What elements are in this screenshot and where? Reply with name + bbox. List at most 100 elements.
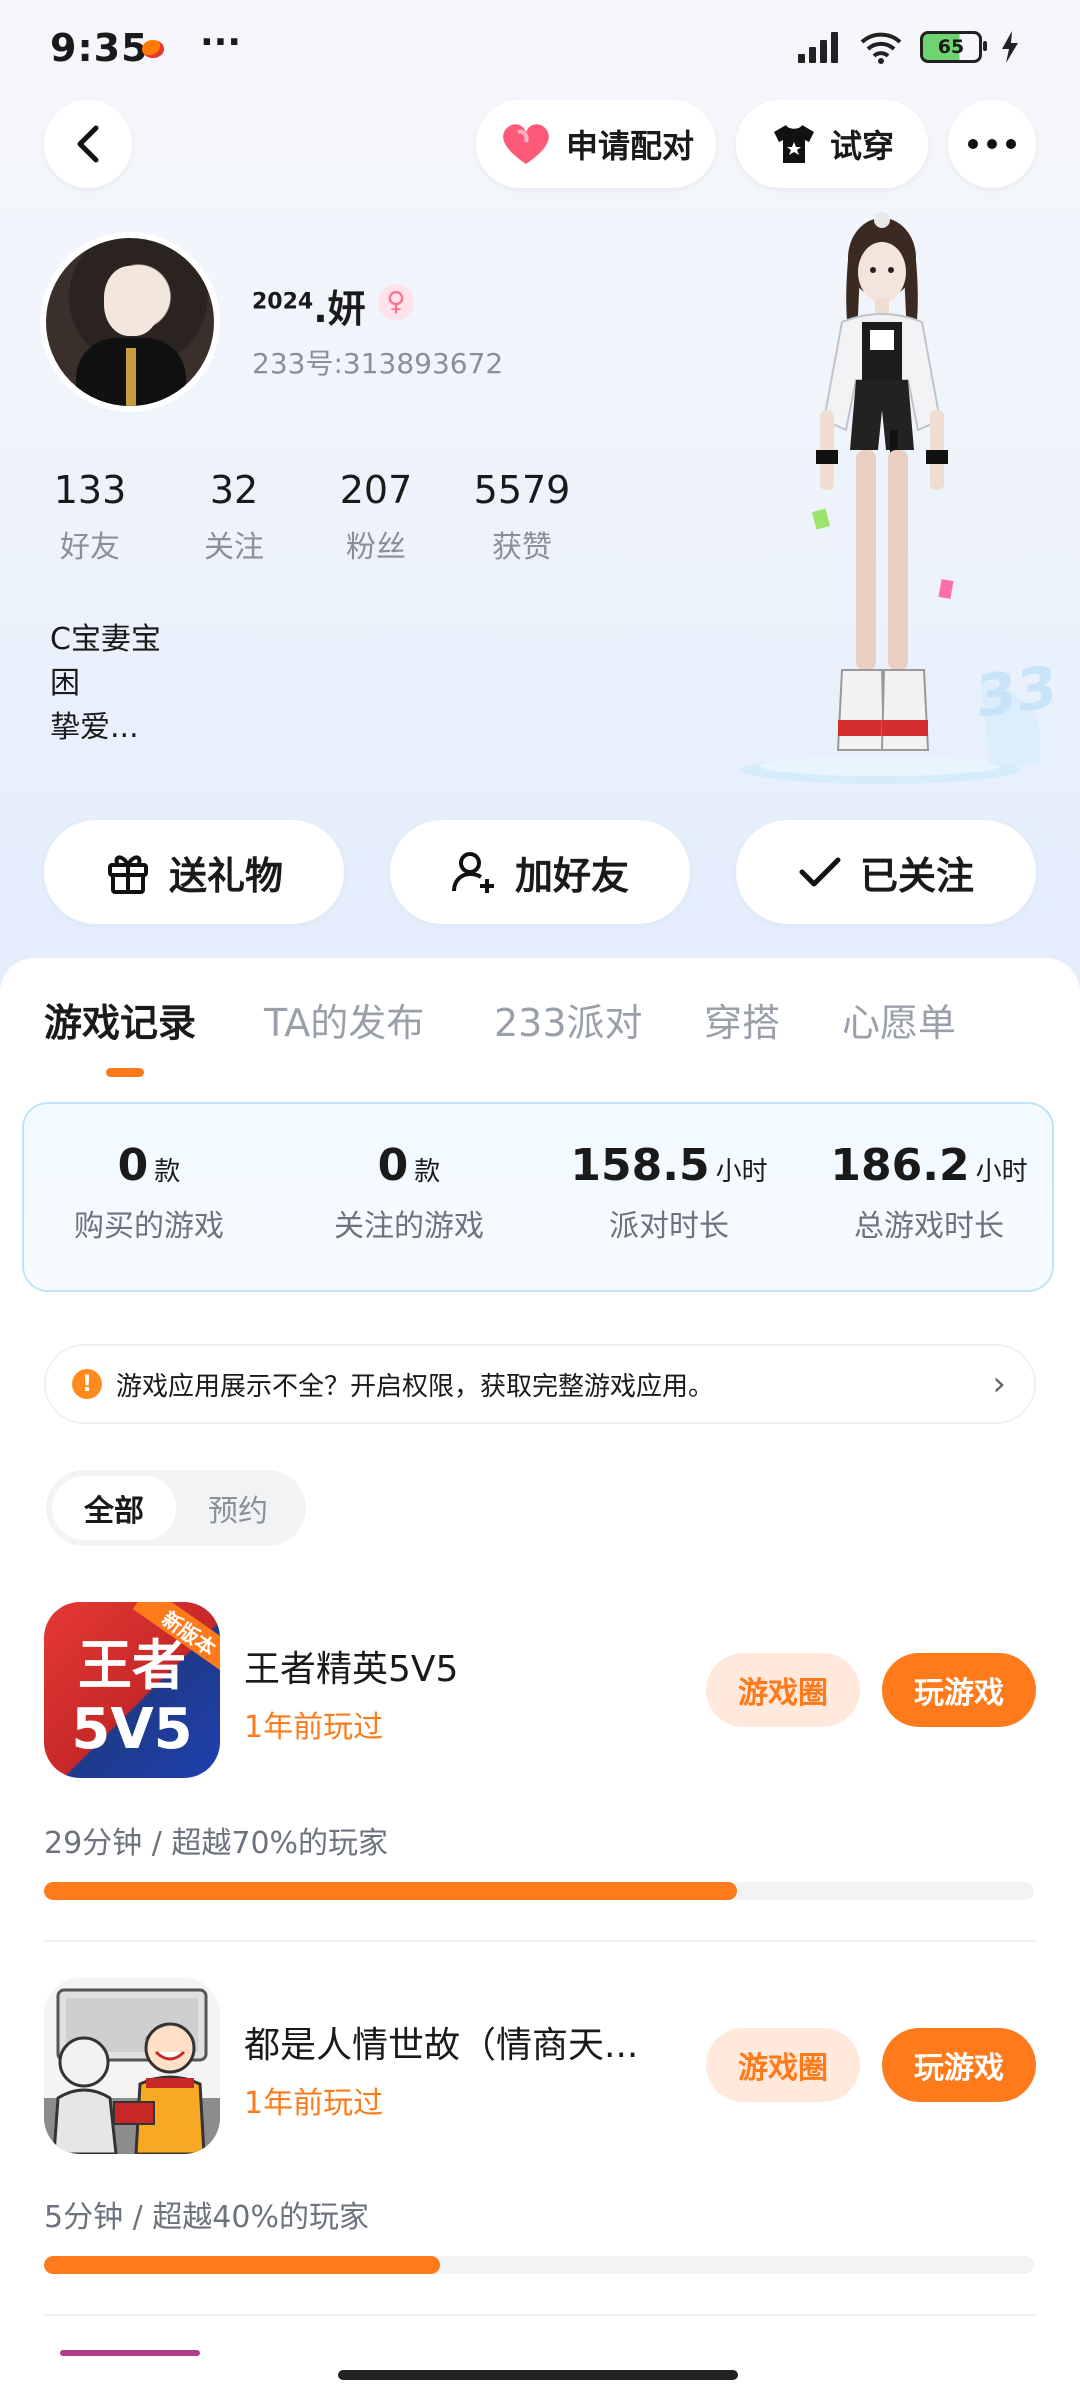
try-on-label: 试穿 — [829, 127, 894, 165]
tab-posts[interactable]: TA的发布 — [264, 992, 424, 1047]
charging-icon — [1002, 31, 1018, 63]
tab-party[interactable]: 233派对 — [494, 992, 643, 1047]
tab-game-records[interactable]: 游戏记录 — [44, 992, 196, 1047]
game-circle-button[interactable]: 游戏圈 — [706, 2028, 860, 2102]
user-name-prefix: 2024 — [252, 289, 314, 315]
tshirt-icon — [773, 125, 814, 163]
playtime-progress-bar — [44, 1882, 1034, 1900]
permission-notice-text: 游戏应用展示不全？开启权限，获取完整游戏应用。 — [116, 1371, 715, 1402]
warning-icon: ! — [72, 1369, 102, 1399]
battery-level: 65 — [937, 36, 965, 58]
send-gift-label: 送礼物 — [168, 853, 283, 898]
wifi-icon — [860, 32, 902, 64]
user-name-text: .妍 — [313, 287, 366, 331]
summary-purchased-value: 0 — [117, 1140, 149, 1191]
heart-icon — [503, 124, 549, 164]
more-horizontal-icon — [968, 139, 1016, 149]
permission-notice[interactable]: ! 游戏应用展示不全？开启权限，获取完整游戏应用。 › — [44, 1344, 1036, 1424]
add-user-icon — [451, 852, 494, 893]
stat-fans-count: 207 — [339, 468, 413, 512]
playtime-progress-fill — [44, 2256, 440, 2274]
game-title[interactable]: 都是人情世故（情商天... — [244, 2016, 638, 2068]
next-game-icon-peek — [60, 2350, 200, 2356]
stat-friends[interactable]: 133 好友 — [42, 468, 138, 566]
summary-party-time[interactable]: 158.5 小时 派对时长 — [544, 1140, 794, 1245]
wangzhe-logo-icon: 王者 5V5 新版本 — [44, 1602, 220, 1778]
battery-icon: 65 — [920, 31, 987, 63]
stat-friends-label: 好友 — [60, 530, 120, 565]
add-friend-button[interactable]: 加好友 — [390, 820, 690, 924]
summary-party-unit: 小时 — [715, 1157, 768, 1187]
summary-purchased-unit: 款 — [154, 1157, 181, 1187]
summary-followed-games[interactable]: 0款 关注的游戏 — [284, 1140, 534, 1245]
filter-all[interactable]: 全部 — [52, 1476, 176, 1540]
renqing-cartoon-icon — [44, 1978, 220, 2154]
summary-followed-label: 关注的游戏 — [334, 1209, 484, 1244]
pair-request-label: 申请配对 — [565, 127, 694, 165]
bio-text[interactable]: C宝妻宝 困 挚爱... — [50, 618, 161, 750]
stat-likes[interactable]: 5579 获赞 — [462, 468, 582, 566]
status-time: 9:35 — [50, 26, 149, 70]
stat-likes-count: 5579 — [473, 468, 571, 512]
stat-friends-count: 133 — [53, 468, 127, 512]
gender-female-icon: ♀ — [378, 284, 414, 320]
game-icon-renqing[interactable] — [44, 1978, 220, 2154]
followed-button[interactable]: 已关注 — [736, 820, 1036, 924]
game-last-played: 1年前玩过 — [244, 1710, 384, 1745]
try-on-button[interactable]: 试穿 — [736, 100, 928, 188]
followed-label: 已关注 — [859, 853, 974, 898]
game-playtime-stats: 29分钟 / 超越70%的玩家 — [44, 1826, 389, 1861]
playtime-progress-bar — [44, 2256, 1034, 2274]
game-last-played: 1年前玩过 — [244, 2086, 384, 2121]
tab-wishlist[interactable]: 心愿单 — [842, 992, 956, 1047]
svg-text:33: 33 — [976, 660, 1057, 731]
summary-followed-unit: 款 — [414, 1157, 441, 1187]
back-button[interactable] — [44, 100, 132, 188]
divider — [44, 1940, 1036, 1942]
weibo-notification-icon — [142, 40, 164, 58]
summary-total-unit: 小时 — [975, 1157, 1028, 1187]
stat-fans[interactable]: 207 粉丝 — [328, 468, 424, 566]
status-indicators: 65 — [796, 30, 1020, 64]
tab-outfits[interactable]: 穿搭 — [704, 992, 780, 1047]
play-game-button[interactable]: 玩游戏 — [882, 2028, 1036, 2102]
summary-party-label: 派对时长 — [609, 1209, 729, 1244]
gift-icon — [107, 855, 148, 894]
user-id[interactable]: 233号:313893672 — [252, 342, 503, 382]
stat-following-count: 32 — [209, 468, 259, 512]
summary-party-value: 158.5 — [570, 1140, 710, 1191]
avatar[interactable] — [40, 232, 220, 412]
summary-total-value: 186.2 — [830, 1140, 970, 1191]
filter-segment: 全部 预约 — [46, 1470, 306, 1546]
pair-request-button[interactable]: 申请配对 — [476, 100, 716, 188]
play-game-button[interactable]: 玩游戏 — [882, 1653, 1036, 1727]
send-gift-button[interactable]: 送礼物 — [44, 820, 344, 924]
stat-fans-label: 粉丝 — [346, 530, 406, 565]
summary-total-time[interactable]: 186.2 小时 总游戏时长 — [804, 1140, 1054, 1245]
game-icon-text-bottom: 5V5 — [71, 1697, 192, 1762]
stat-likes-label: 获赞 — [492, 530, 552, 565]
active-tab-indicator — [106, 1068, 144, 1077]
more-notifications-icon: ··· — [200, 22, 242, 63]
user-name: 2024.妍 — [252, 278, 366, 333]
game-icon-wangzhe[interactable]: 王者 5V5 新版本 — [44, 1602, 220, 1778]
summary-purchased-games[interactable]: 0款 购买的游戏 — [24, 1140, 274, 1245]
signal-icon — [798, 32, 838, 63]
stat-following[interactable]: 32 关注 — [186, 468, 282, 566]
game-circle-button[interactable]: 游戏圈 — [706, 1653, 860, 1727]
stat-following-label: 关注 — [204, 530, 264, 565]
chevron-left-icon — [77, 125, 99, 163]
summary-followed-value: 0 — [377, 1140, 409, 1191]
game-playtime-stats: 5分钟 / 超越40%的玩家 — [44, 2200, 369, 2235]
summary-total-label: 总游戏时长 — [854, 1209, 1004, 1244]
filter-reserved[interactable]: 预约 — [176, 1476, 300, 1540]
divider — [44, 2314, 1036, 2316]
home-indicator[interactable] — [338, 2370, 738, 2380]
more-options-button[interactable] — [948, 100, 1036, 188]
add-friend-label: 加好友 — [514, 853, 629, 898]
game-title[interactable]: 王者精英5V5 — [244, 1640, 458, 1692]
chevron-right-icon: › — [992, 1364, 1006, 1404]
playtime-progress-fill — [44, 1882, 737, 1900]
check-icon — [799, 857, 841, 887]
avatar-3d-figure[interactable] — [790, 210, 970, 770]
